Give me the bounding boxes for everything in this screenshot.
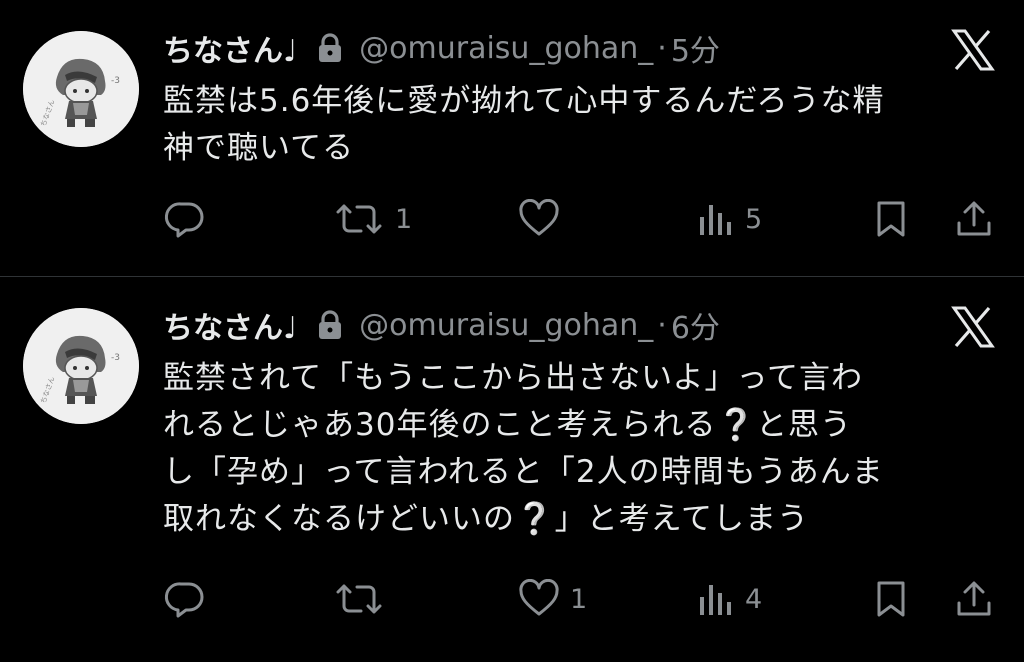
svg-text:-3: -3 (111, 353, 120, 363)
share-button[interactable] (955, 577, 993, 621)
tweet-text-line: し「孕め」って言われると「2人の時間もうあんま (163, 454, 884, 490)
like-button[interactable] (518, 197, 570, 241)
tweet-text-line: 監禁されて「もうここから出さないよ」って言わ (163, 360, 863, 396)
bookmark-button[interactable] (873, 577, 909, 621)
avatar[interactable]: -3 ちなさん (23, 31, 139, 147)
like-button[interactable]: 1 (518, 577, 587, 621)
like-icon (519, 199, 559, 236)
display-name[interactable]: ちなさん♩ (163, 26, 297, 70)
x-logo-icon (951, 306, 995, 348)
action-bar: 1 4 (0, 577, 1024, 621)
tweet-text-line: 取れなくなるけどいいの❔」と考えてしまう (163, 501, 810, 537)
tweet-text-line: 監禁は5.6年後に愛が拗れて心中するんだろうな精 (163, 83, 885, 119)
reply-button[interactable] (164, 577, 216, 621)
retweet-count: 1 (395, 203, 413, 235)
reply-icon (164, 202, 204, 238)
tweet[interactable]: -3 ちなさん ちなさん♩ @omuraisu_gohan_ · 5分 監禁は5… (0, 0, 1024, 277)
retweet-icon (336, 204, 382, 234)
views-button[interactable]: 5 (697, 197, 762, 241)
reply-icon (164, 582, 204, 618)
share-icon (957, 201, 991, 236)
like-count: 1 (570, 583, 588, 615)
svg-text:-3: -3 (111, 76, 120, 86)
retweet-button[interactable]: 1 (333, 197, 412, 241)
share-icon (957, 581, 991, 616)
timestamp[interactable]: 6分 (671, 303, 720, 347)
tweet-text: 監禁されて「もうここから出さないよ」って言わ れるとじゃあ30年後のこと考えられ… (163, 355, 998, 543)
views-icon (700, 205, 731, 235)
lock-icon (317, 310, 343, 340)
bookmark-icon (877, 581, 905, 617)
retweet-button[interactable] (333, 577, 395, 621)
tweet-header: ちなさん♩ @omuraisu_gohan_ · 5分 (163, 26, 720, 70)
separator-dot: · (657, 30, 667, 66)
separator-dot: · (657, 307, 667, 343)
views-count: 5 (745, 203, 763, 235)
bookmark-icon (877, 201, 905, 237)
retweet-icon (336, 584, 382, 614)
reply-button[interactable] (164, 197, 216, 241)
timestamp[interactable]: 5分 (671, 26, 720, 70)
share-button[interactable] (955, 197, 993, 241)
like-icon (519, 579, 559, 616)
views-icon (700, 585, 731, 615)
tweet-header: ちなさん♩ @omuraisu_gohan_ · 6分 (163, 303, 720, 347)
display-name[interactable]: ちなさん♩ (163, 303, 297, 347)
bookmark-button[interactable] (873, 197, 909, 241)
avatar[interactable]: -3 ちなさん (23, 308, 139, 424)
x-logo-icon (951, 29, 995, 71)
views-button[interactable]: 4 (697, 577, 762, 621)
tweet-text-line: れるとじゃあ30年後のこと考えられる❔と思う (163, 407, 853, 443)
views-count: 4 (745, 583, 763, 615)
action-bar: 1 5 (0, 197, 1024, 241)
handle[interactable]: @omuraisu_gohan_ (359, 31, 653, 66)
tweet-text-line: 神で聴いてる (163, 130, 355, 166)
tweet[interactable]: -3 ちなさん ちなさん♩ @omuraisu_gohan_ · 6分 監禁され… (0, 277, 1024, 662)
handle[interactable]: @omuraisu_gohan_ (359, 308, 653, 343)
tweet-text: 監禁は5.6年後に愛が拗れて心中するんだろうな精 神で聴いてる (163, 78, 998, 172)
lock-icon (317, 33, 343, 63)
